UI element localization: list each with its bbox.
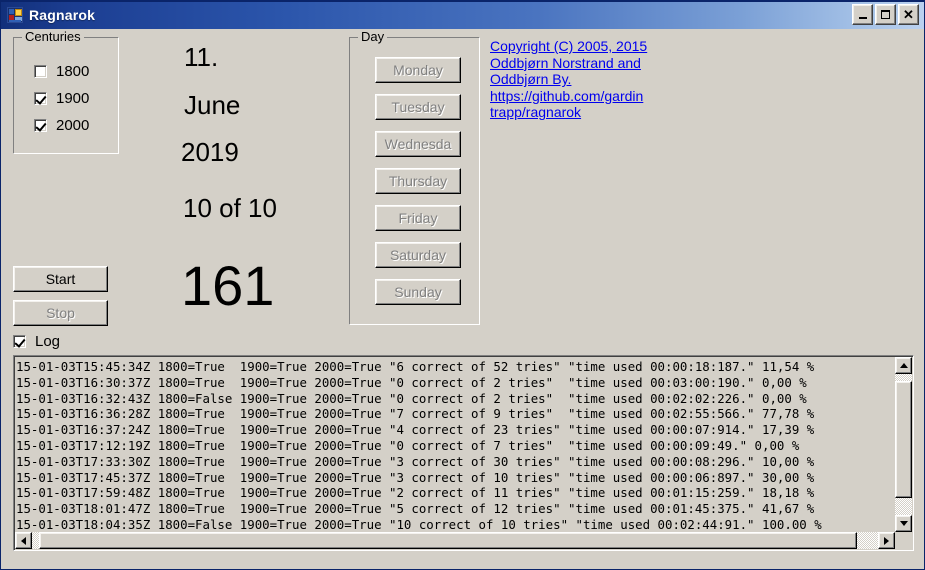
scrollbar-corner: [895, 532, 912, 549]
repo-url-line-1[interactable]: https://github.com/gardin: [490, 88, 643, 104]
log-line: 15-01-03T17:12:19Z 1800=True 1900=True 2…: [16, 437, 800, 453]
date-month-label: June: [184, 90, 241, 120]
arrow-up-icon: [899, 363, 908, 368]
log-line: 15-01-03T16:32:43Z 1800=False 1900=True …: [16, 390, 807, 406]
scroll-left-button[interactable]: [15, 532, 32, 549]
repo-url-line-2[interactable]: trapp/ragnarok: [490, 104, 581, 120]
start-button[interactable]: Start: [13, 266, 108, 292]
log-vertical-scrollbar[interactable]: [895, 357, 912, 532]
close-button[interactable]: ✕: [898, 4, 919, 25]
day-legend: Day: [358, 30, 388, 43]
title-bar[interactable]: Ragnarok ✕: [1, 0, 924, 31]
date-year-label: 2019: [181, 137, 239, 167]
window-title: Ragnarok: [29, 6, 96, 23]
day-button-friday[interactable]: Friday: [375, 205, 461, 231]
checkbox-label-1900: 1900: [56, 90, 90, 107]
checkbox-box-1900[interactable]: [34, 92, 47, 105]
scroll-up-button[interactable]: [895, 357, 912, 374]
scroll-right-button[interactable]: [878, 532, 895, 549]
application-form-icon: [7, 6, 23, 23]
log-line: 15-01-03T16:30:37Z 1800=True 1900=True 2…: [16, 374, 807, 390]
checkbox-label-2000: 2000: [56, 117, 90, 134]
log-output-panel[interactable]: 15-01-03T15:45:34Z 1800=True 1900=True 2…: [13, 355, 914, 551]
scroll-down-button[interactable]: [895, 515, 912, 532]
application-window: Ragnarok ✕ Centuries 1800 1900 2000 11. …: [0, 0, 925, 570]
day-button-saturday[interactable]: Saturday: [375, 242, 461, 268]
arrow-down-icon: [899, 521, 908, 526]
log-horizontal-scrollbar[interactable]: [15, 532, 895, 549]
log-line: 15-01-03T17:59:48Z 1800=True 1900=True 2…: [16, 485, 815, 501]
credit-line-3[interactable]: Oddbjørn By.: [490, 71, 571, 87]
arrow-right-icon: [884, 536, 889, 545]
progress-label: 10 of 10: [183, 193, 277, 223]
centuries-legend: Centuries: [22, 30, 84, 43]
checkbox-century-1900[interactable]: 1900: [34, 91, 89, 106]
arrow-left-icon: [21, 536, 26, 545]
minimize-button[interactable]: [852, 4, 873, 25]
close-icon: ✕: [903, 6, 914, 22]
checkbox-log[interactable]: Log: [13, 334, 60, 349]
checkbox-box-2000[interactable]: [34, 119, 47, 132]
stop-button[interactable]: Stop: [13, 300, 108, 326]
maximize-icon: [881, 10, 890, 19]
day-button-monday[interactable]: Monday: [375, 57, 461, 83]
horizontal-scroll-thumb[interactable]: [39, 532, 857, 549]
log-line: 15-01-03T16:37:24Z 1800=True 1900=True 2…: [16, 422, 815, 438]
log-line: 15-01-03T15:45:34Z 1800=True 1900=True 2…: [16, 359, 815, 374]
centuries-groupbox: Centuries 1800 1900 2000: [13, 30, 119, 154]
minimize-icon: [858, 17, 867, 19]
checkbox-box-log[interactable]: [13, 335, 26, 348]
date-day-label: 11.: [184, 42, 219, 72]
checkbox-label-1800: 1800: [56, 63, 90, 80]
day-groupbox: Day Monday Tuesday Wednesda Thursday Fri…: [349, 30, 480, 325]
log-line: 15-01-03T18:04:35Z 1800=False 1900=True …: [16, 516, 822, 529]
checkbox-box-1800[interactable]: [34, 65, 47, 78]
day-button-tuesday[interactable]: Tuesday: [375, 94, 461, 120]
window-controls: ✕: [852, 4, 919, 25]
credits-links: Copyright (C) 2005, 2015 Oddbjørn Norstr…: [490, 38, 665, 121]
maximize-button[interactable]: [875, 4, 896, 25]
credit-line-2[interactable]: Oddbjørn Norstrand and: [490, 55, 641, 71]
checkbox-century-1800[interactable]: 1800: [34, 64, 89, 79]
checkbox-label-log: Log: [35, 333, 61, 350]
log-text-content: 15-01-03T15:45:34Z 1800=True 1900=True 2…: [16, 359, 882, 529]
credit-line-1[interactable]: Copyright (C) 2005, 2015: [490, 38, 647, 54]
log-line: 15-01-03T16:36:28Z 1800=True 1900=True 2…: [16, 406, 815, 422]
day-button-sunday[interactable]: Sunday: [375, 279, 461, 305]
vertical-scroll-thumb[interactable]: [895, 381, 912, 498]
checkbox-century-2000[interactable]: 2000: [34, 118, 89, 133]
log-line: 15-01-03T17:33:30Z 1800=True 1900=True 2…: [16, 453, 815, 469]
score-counter: 161: [181, 254, 275, 317]
log-line: 15-01-03T17:45:37Z 1800=True 1900=True 2…: [16, 469, 815, 485]
day-button-wednesday[interactable]: Wednesda: [375, 131, 461, 157]
day-button-thursday[interactable]: Thursday: [375, 168, 461, 194]
log-line: 15-01-03T18:01:47Z 1800=True 1900=True 2…: [16, 501, 815, 517]
